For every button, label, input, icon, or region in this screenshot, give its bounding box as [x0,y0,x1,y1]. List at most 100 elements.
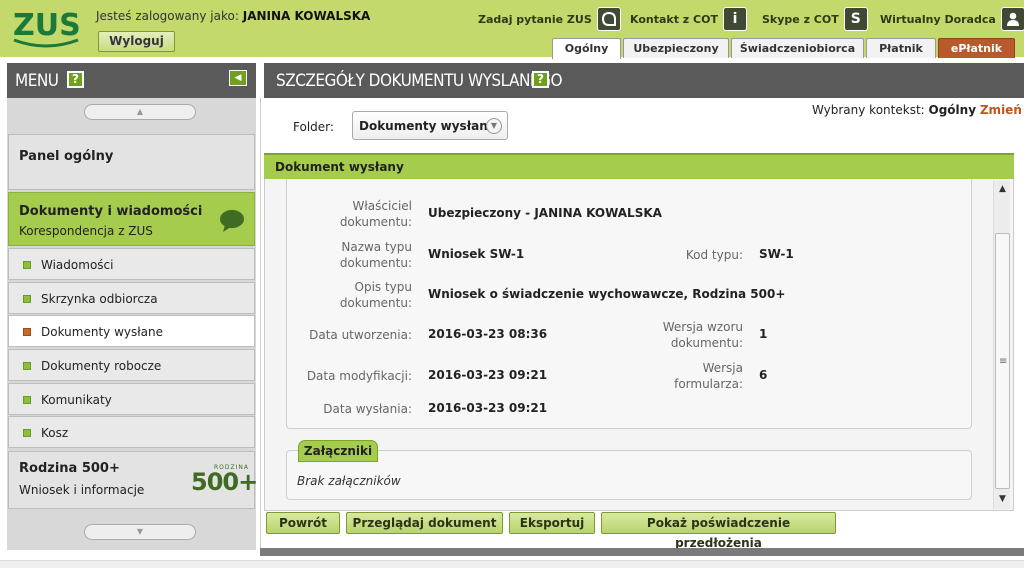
scrollbar-thumb[interactable]: ≡ [995,233,1010,489]
panel-dokumenty-subtitle: Korespondencja z ZUS [19,224,153,238]
sidebar-item-komunikaty[interactable]: Komunikaty [8,383,255,415]
owner-label: Właściciel dokumentu: [339,199,412,229]
panel-rodzina-title: Rodzina 500+ [19,461,120,476]
document-section-title: Dokument wysłany [275,160,404,174]
doc-type-name-value: Wniosek SW-1 [428,247,525,261]
sidebar-item-label: Dokumenty robocze [41,359,162,373]
virtual-advisor-link[interactable]: Wirtualny Doradca [880,7,1024,31]
ask-zus-link[interactable]: Zadaj pytanie ZUS [478,7,621,31]
skype-icon: S [843,7,868,31]
footer [0,560,1024,568]
rodzina-500-logo: RODZINA 500+ [191,464,258,498]
main-bottom-bar [260,548,1024,556]
collapse-menu-icon[interactable]: ◀ [229,70,247,86]
virtual-advisor-label: Wirtualny Doradca [880,12,996,26]
doc-type-desc-label: Opis typu dokumentu: [339,280,412,310]
no-attachments-text: Brak załączników [297,474,401,488]
panel-rodzina-500[interactable]: Rodzina 500+ Wniosek i informacje RODZIN… [8,451,258,509]
scroll-down-icon[interactable]: ▼ [994,491,1011,507]
panel-ogolny-label: Panel ogólny [19,149,114,164]
sidebar-item-label: Komunikaty [41,393,112,407]
sidebar-item-dokumenty-robocze[interactable]: Dokumenty robocze [8,349,255,381]
document-section-header: Dokument wysłany [264,153,1014,179]
bullet-icon [23,295,31,303]
folder-select-value: Dokumenty wysłane [359,119,496,133]
back-button[interactable]: Powrót [266,512,340,534]
person-icon [1000,7,1024,31]
user-name: JANINA KOWALSKA [242,9,371,23]
doc-type-name-label: Nazwa typu dokumentu: [339,240,412,270]
panel-rodzina-subtitle: Wniosek i informacje [19,483,145,497]
page-title: SZCZEGÓŁY DOKUMENTU WYSLANEGO [276,71,563,91]
bullet-icon [23,396,31,404]
change-context-link[interactable]: Zmień [980,103,1022,117]
document-scrollbar[interactable]: ▲ ≡ ▼ [993,181,1010,509]
menu-scroll-up-button[interactable]: ▲ [84,104,196,120]
ask-zus-label: Zadaj pytanie ZUS [478,12,592,26]
context-value: Ogólny [928,103,977,117]
main-header: SZCZEGÓŁY DOKUMENTU WYSLANEGO ? [264,63,1024,98]
logout-button[interactable]: Wyloguj [98,31,175,52]
speech-bubble-icon [220,210,244,232]
menu-title: MENU [15,71,59,91]
modified-value: 2016-03-23 09:21 [428,368,548,382]
bullet-icon [23,328,31,336]
form-version-label: Wersja formularza: [674,361,743,391]
contact-cot-link[interactable]: Kontakt z COT i [630,7,747,31]
tab-platnik[interactable]: Płatnik [866,38,936,58]
folder-label: Folder: [293,120,334,134]
tab-ogolny[interactable]: Ogólny [552,38,621,59]
template-version-label: Wersja wzoru dokumentu: [662,320,743,350]
sidebar-item-skrzynka[interactable]: Skrzynka odbiorcza [8,282,255,314]
menu-help-icon[interactable]: ? [67,71,84,88]
menu-header: MENU ? ◀ [7,63,256,98]
scroll-up-icon[interactable]: ▲ [994,181,1011,197]
zus-logo[interactable]: ZUS [12,6,80,50]
context-info: Wybrany kontekst: Ogólny Zmień [812,103,1022,117]
modified-label: Data modyfikacji: [306,369,412,383]
template-version-value: 1 [759,327,768,341]
sidebar-item-kosz[interactable]: Kosz [8,416,255,448]
panel-ogolny[interactable]: Panel ogólny [8,134,255,190]
type-code-value: SW-1 [759,247,794,261]
form-version-value: 6 [759,368,768,382]
panel-dokumenty-title: Dokumenty i wiadomości [19,204,203,219]
view-document-button[interactable]: Przeglądaj dokument [346,512,503,534]
attachments-label: Załączniki [298,440,378,462]
skype-cot-link[interactable]: Skype z COT S [762,7,868,31]
sidebar-item-dokumenty-wyslane[interactable]: Dokumenty wysłane [8,315,255,347]
sent-value: 2016-03-23 09:21 [428,401,548,415]
tab-ubezpieczony[interactable]: Ubezpieczony [623,38,729,58]
sidebar-item-wiadomosci[interactable]: Wiadomości [8,248,255,280]
sidebar-item-label: Skrzynka odbiorcza [41,292,158,306]
bullet-icon [23,362,31,370]
owner-value: Ubezpieczony - JANINA KOWALSKA [428,206,662,220]
type-code-label: Kod typu: [685,248,743,262]
logged-user-text: Jesteś zalogowany jako: JANINA KOWALSKA [96,9,370,23]
created-label: Data utworzenia: [309,328,412,342]
svg-text:ZUS: ZUS [13,8,80,43]
panel-dokumenty[interactable]: Dokumenty i wiadomości Korespondencja z … [8,192,255,246]
export-button[interactable]: Eksportuj [509,512,595,534]
tab-eplatnik[interactable]: ePłatnik [938,38,1015,58]
menu-scroll-down-button[interactable]: ▼ [84,524,196,540]
rodzina-logo-number: 500+ [191,468,258,496]
show-submission-proof-button[interactable]: Pokaż poświadczenie przedłożenia [601,512,836,550]
skype-cot-label: Skype z COT [762,12,839,26]
tab-swiadczeniobiorca[interactable]: Świadczeniobiorca [731,38,864,58]
context-label: Wybrany kontekst: [812,103,925,117]
chat-icon [596,7,621,31]
bullet-icon [23,429,31,437]
folder-select[interactable]: Dokumenty wysłane ▼ [352,111,508,140]
sidebar-item-label: Kosz [41,426,69,440]
page-help-icon[interactable]: ? [532,71,549,88]
created-value: 2016-03-23 08:36 [428,327,548,341]
sidebar-item-label: Wiadomości [41,258,114,272]
doc-type-desc-value: Wniosek o świadczenie wychowawcze, Rodzi… [428,287,786,301]
logged-prefix: Jesteś zalogowany jako: [96,9,239,23]
chevron-down-icon: ▼ [486,118,502,134]
info-icon: i [722,7,747,31]
bullet-icon [23,261,31,269]
contact-cot-label: Kontakt z COT [630,12,718,26]
sent-label: Data wysłania: [323,402,412,416]
